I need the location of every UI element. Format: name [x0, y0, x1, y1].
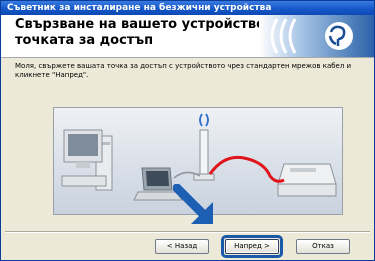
desktop-computer-icon — [61, 129, 113, 191]
page-title-line-1: Свързване на вашето устройство и — [15, 17, 279, 32]
wizard-window: Съветник за инсталиране на безжични устр… — [0, 0, 375, 261]
pointer-arrow-icon — [173, 184, 213, 224]
back-button[interactable]: < Назад — [155, 239, 209, 254]
page-title: Свързване на вашето устройство и точката… — [15, 17, 279, 49]
cancel-button[interactable]: Отказ — [296, 239, 350, 254]
page-title-line-2: точката за достъп — [15, 33, 154, 48]
next-button[interactable]: Напред > — [225, 239, 279, 254]
window-title: Съветник за инсталиране на безжични устр… — [7, 3, 272, 13]
button-separator — [5, 231, 370, 233]
header-banner: Свързване на вашето устройство и точката… — [1, 15, 374, 58]
printer-icon — [277, 163, 337, 197]
title-bar: Съветник за инсталиране на безжични устр… — [1, 1, 374, 15]
wireless-logo — [259, 15, 374, 57]
wireless-waves-icon — [259, 15, 374, 57]
instruction-text: Моля, свържете вашата точка за достъп с … — [15, 62, 352, 79]
